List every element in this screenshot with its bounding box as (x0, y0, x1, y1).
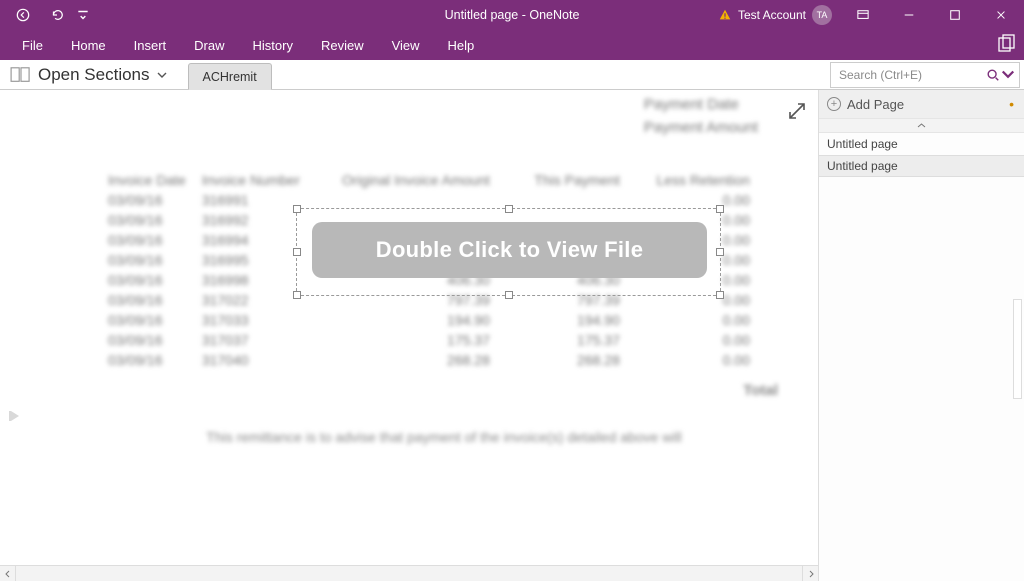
minimize-button[interactable] (886, 0, 932, 30)
maximize-button[interactable] (932, 0, 978, 30)
resize-handle-ne[interactable] (716, 205, 724, 213)
search-icon[interactable] (986, 68, 1015, 82)
resize-handle-nw[interactable] (293, 205, 301, 213)
add-page-label: Add Page (847, 97, 904, 112)
tab-view[interactable]: View (378, 30, 434, 60)
warning-icon (718, 8, 732, 22)
notebook-dropdown[interactable]: Open Sections (0, 60, 178, 89)
resize-handle-s[interactable] (505, 291, 513, 299)
resize-handle-sw[interactable] (293, 291, 301, 299)
horizontal-scrollbar[interactable] (0, 565, 818, 581)
page-canvas[interactable]: Payment Date Payment Amount Invoice Date… (0, 90, 818, 565)
ribbon: File Home Insert Draw History Review Vie… (0, 30, 1024, 60)
plus-icon: + (827, 97, 841, 111)
scroll-track[interactable] (16, 566, 802, 581)
expand-icon[interactable] (786, 100, 808, 122)
tab-review[interactable]: Review (307, 30, 378, 60)
scroll-right-button[interactable] (802, 566, 818, 581)
vertical-scrollbar[interactable] (1013, 299, 1022, 399)
account-label: Test Account (738, 8, 806, 22)
tab-home[interactable]: Home (57, 30, 120, 60)
ribbon-display-options[interactable] (840, 0, 886, 30)
account-area[interactable]: Test Account TA (710, 5, 840, 25)
back-button[interactable] (6, 0, 40, 30)
tab-insert[interactable]: Insert (120, 30, 181, 60)
tab-history[interactable]: History (239, 30, 307, 60)
search-input[interactable]: Search (Ctrl+E) (830, 62, 1020, 88)
resize-handle-se[interactable] (716, 291, 724, 299)
notebook-icon (10, 66, 32, 84)
unsaved-indicator-icon: • (1009, 96, 1014, 112)
section-bar: Open Sections ACHremit Search (Ctrl+E) (0, 60, 1024, 90)
section-tab-achremit[interactable]: ACHremit (188, 63, 272, 90)
page-item[interactable]: Untitled page (819, 133, 1024, 155)
undo-button[interactable] (40, 0, 74, 30)
overlay-instruction: Double Click to View File (312, 222, 707, 278)
resize-handle-n[interactable] (505, 205, 513, 213)
page-canvas-wrap: Payment Date Payment Amount Invoice Date… (0, 90, 819, 581)
add-page-button[interactable]: + Add Page • (819, 90, 1024, 118)
page-item[interactable]: Untitled page (819, 155, 1024, 177)
avatar: TA (812, 5, 832, 25)
close-button[interactable] (978, 0, 1024, 30)
tab-draw[interactable]: Draw (180, 30, 238, 60)
title-bar: Untitled page - OneNote Test Account TA (0, 0, 1024, 30)
share-icon[interactable] (996, 34, 1016, 54)
resize-handle-e[interactable] (716, 248, 724, 256)
search-placeholder: Search (Ctrl+E) (839, 68, 922, 82)
notebook-label: Open Sections (38, 65, 150, 85)
tab-help[interactable]: Help (434, 30, 489, 60)
qat-customize[interactable] (74, 0, 92, 30)
chevron-down-icon (156, 69, 168, 81)
scroll-left-button[interactable] (0, 566, 16, 581)
resize-handle-w[interactable] (293, 248, 301, 256)
scroll-up-button[interactable] (819, 119, 1024, 133)
tab-file[interactable]: File (8, 30, 57, 60)
page-list-pane: + Add Page • Untitled page Untitled page (819, 90, 1024, 581)
